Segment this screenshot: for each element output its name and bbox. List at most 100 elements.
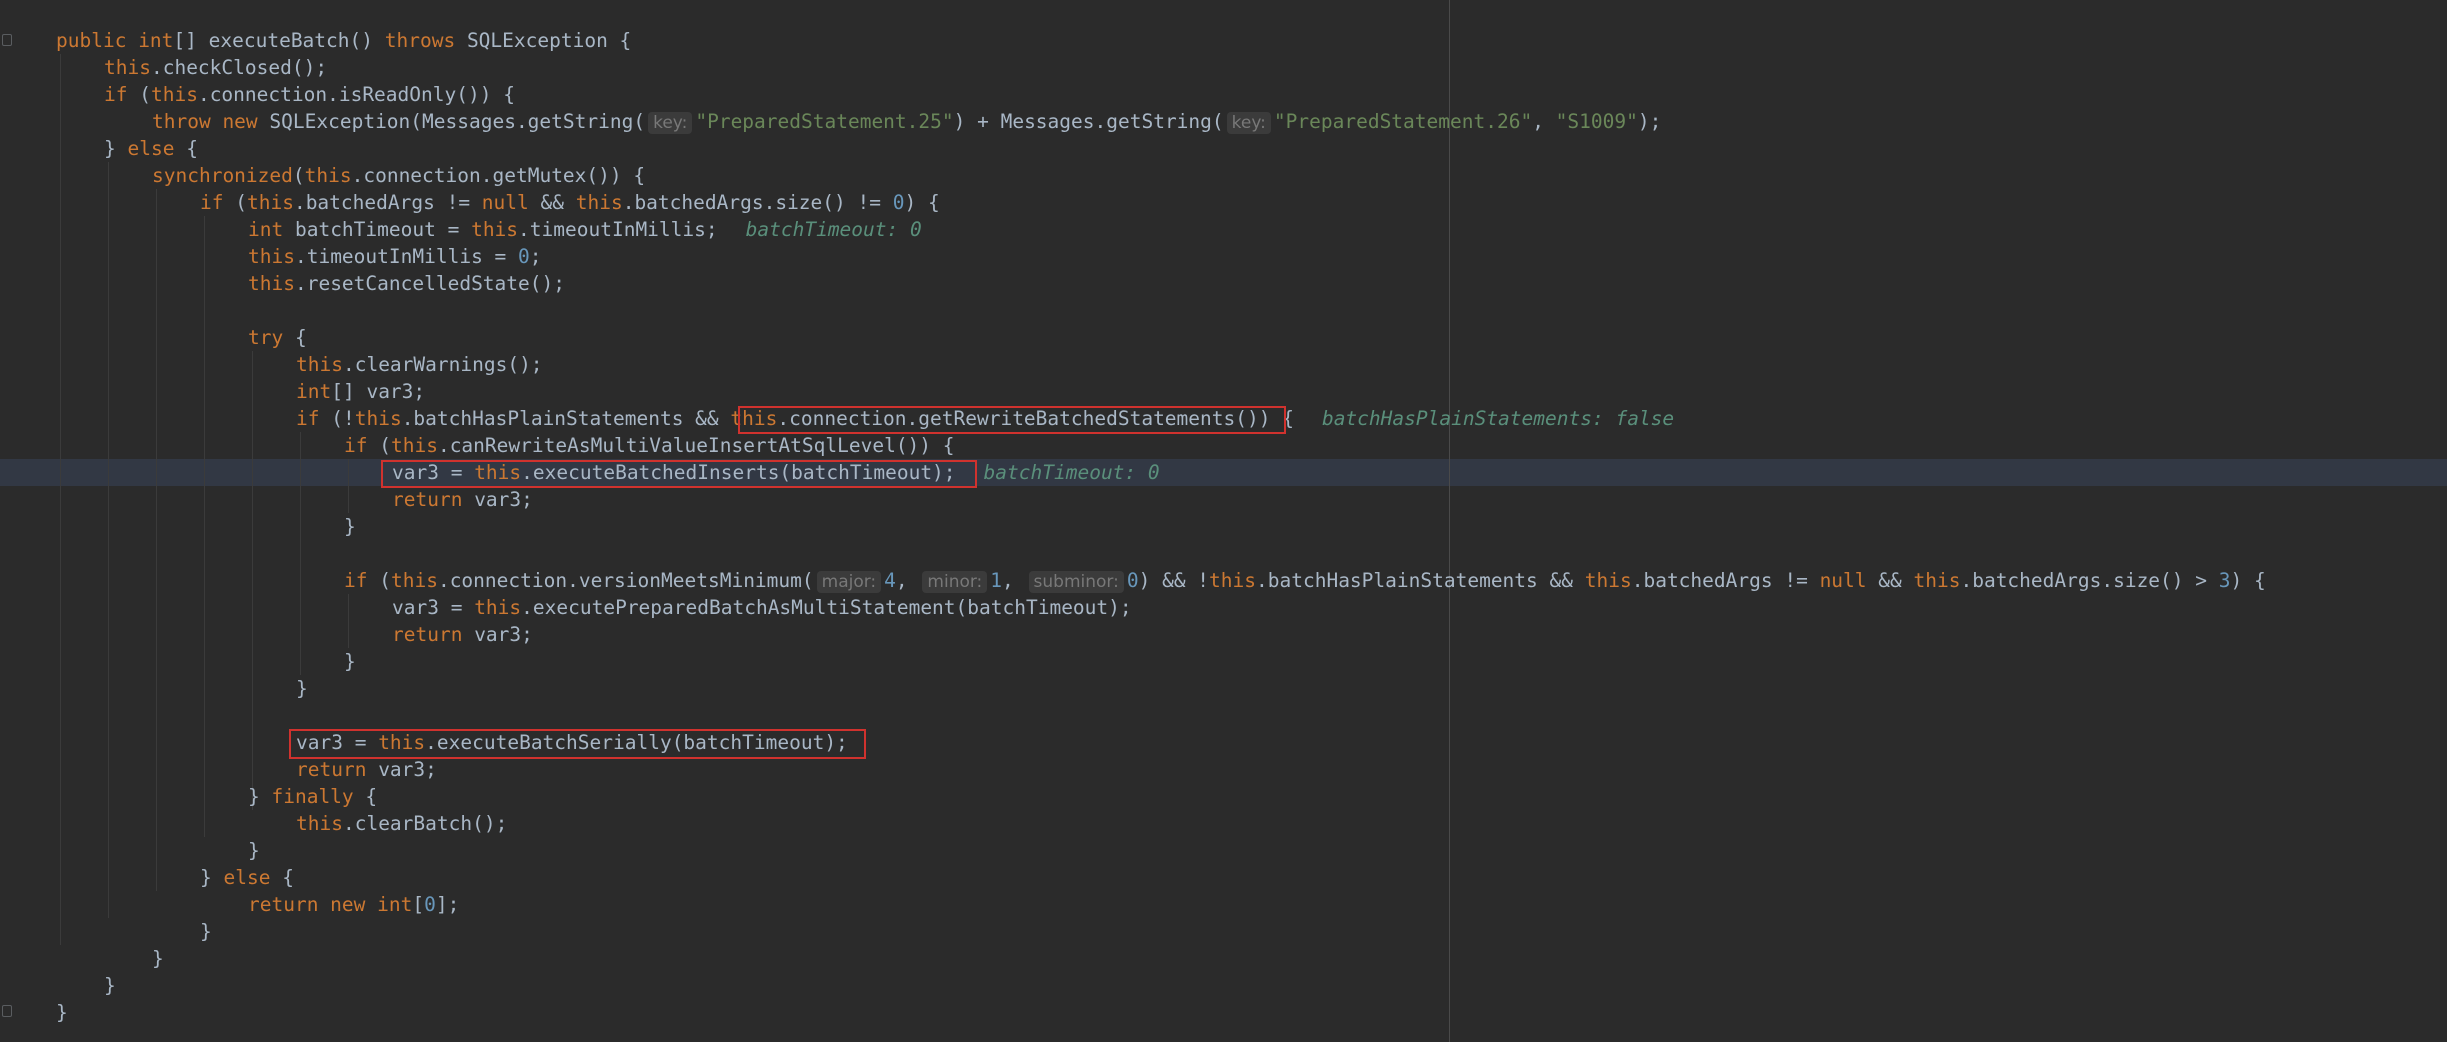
code-token: this: [248, 245, 295, 268]
code-line[interactable]: }: [344, 648, 356, 675]
code-token: this: [296, 812, 343, 835]
code-token: .timeoutInMillis;: [518, 218, 718, 241]
code-line[interactable]: this.clearBatch();: [296, 810, 507, 837]
code-line[interactable]: }: [152, 945, 164, 972]
code-token: throws: [384, 29, 467, 52]
fold-icon[interactable]: [2, 1005, 12, 1017]
code-line[interactable]: this.resetCancelledState();: [248, 270, 565, 297]
code-token: ) && !: [1138, 569, 1210, 592]
code-token: (: [235, 191, 247, 214]
code-token: {: [282, 866, 294, 889]
code-line[interactable]: return var3;: [392, 486, 533, 513]
code-line[interactable]: } else {: [104, 135, 198, 162]
code-token: 3: [2218, 569, 2231, 592]
code-line[interactable]: } finally {: [248, 783, 377, 810]
highlight-box-batch-serially: [289, 729, 866, 759]
code-token: 1: [990, 569, 1003, 592]
indent-guide: [348, 594, 349, 648]
code-token: .clearBatch();: [342, 812, 508, 835]
code-token: }: [296, 677, 308, 700]
code-token: synchronized: [152, 164, 293, 187]
code-token: [: [412, 893, 425, 916]
highlight-box-batched-inserts: [381, 460, 977, 488]
code-token: this: [575, 191, 623, 214]
code-token: [] executeBatch(): [173, 29, 385, 52]
code-token: this: [390, 434, 438, 457]
code-token: (: [379, 569, 391, 592]
code-token: "S1009": [1555, 110, 1638, 133]
editor-gutter: [0, 0, 22, 1042]
code-line[interactable]: }: [296, 675, 308, 702]
code-token: null: [481, 191, 541, 214]
code-token: this: [304, 164, 352, 187]
code-token: 0: [1126, 569, 1139, 592]
code-line[interactable]: synchronized(this.connection.getMutex())…: [152, 162, 645, 189]
code-token: if: [200, 191, 236, 214]
indent-guide: [60, 54, 61, 945]
code-line[interactable]: if (this.connection.isReadOnly()) {: [104, 81, 515, 108]
code-line[interactable]: }: [248, 837, 260, 864]
code-line[interactable]: int batchTimeout = this.timeoutInMillis;…: [248, 216, 922, 243]
code-line[interactable]: this.checkClosed();: [104, 54, 327, 81]
code-token: this: [150, 83, 198, 106]
code-token: 0: [892, 191, 905, 214]
code-token: {: [365, 785, 378, 808]
code-token: .batchedArgs.size() !=: [622, 191, 893, 214]
code-token: "PreparedStatement.25": [695, 110, 954, 133]
code-line[interactable]: if (this.canRewriteAsMultiValueInsertAtS…: [344, 432, 955, 459]
code-token: ) {: [904, 191, 940, 214]
code-token: ) {: [2230, 569, 2266, 592]
code-token: else: [223, 866, 283, 889]
code-token: ) + Messages.getString(: [953, 110, 1224, 133]
code-token: var3;: [474, 623, 533, 646]
code-token: public: [56, 29, 139, 52]
code-token: {: [294, 326, 307, 349]
code-line[interactable]: return var3;: [392, 621, 533, 648]
code-line[interactable]: try {: [248, 324, 307, 351]
code-line[interactable]: }: [56, 999, 68, 1026]
code-token: }: [56, 1001, 68, 1024]
code-token: int: [138, 29, 174, 52]
code-token: .connection.isReadOnly()) {: [197, 83, 515, 106]
code-token: return: [392, 488, 475, 511]
code-token: this: [390, 569, 438, 592]
code-line[interactable]: if (this.connection.versionMeetsMinimum(…: [344, 567, 2266, 594]
code-line[interactable]: return new int[0];: [248, 891, 459, 918]
code-token: this: [1584, 569, 1632, 592]
code-token: }: [200, 866, 224, 889]
code-token: .resetCancelledState();: [294, 272, 565, 295]
code-token: this: [354, 407, 402, 430]
current-line-highlight: [0, 459, 2447, 486]
code-token: (!: [331, 407, 355, 430]
code-token: .batchedArgs !=: [293, 191, 482, 214]
code-line[interactable]: if (this.batchedArgs != null && this.bat…: [200, 189, 940, 216]
fold-icon[interactable]: [2, 34, 12, 46]
code-line[interactable]: }: [344, 513, 356, 540]
code-token: .batchedArgs.size() >: [1960, 569, 2219, 592]
code-token: this: [104, 56, 151, 79]
code-line[interactable]: throw new SQLException(Messages.getStrin…: [152, 108, 1661, 135]
code-token: {: [186, 137, 198, 160]
debug-value-hint: batchTimeout: 0: [745, 218, 922, 241]
code-line[interactable]: } else {: [200, 864, 294, 891]
code-line[interactable]: int[] var3;: [296, 378, 425, 405]
indent-guide: [108, 162, 109, 918]
code-line[interactable]: this.timeoutInMillis = 0;: [248, 243, 542, 270]
code-token: .executePreparedBatchAsMultiStatement(ba…: [521, 596, 1132, 619]
code-token: ,: [1002, 569, 1026, 592]
debug-value-hint: batchTimeout: 0: [983, 461, 1160, 484]
code-line[interactable]: var3 = this.executePreparedBatchAsMultiS…: [392, 594, 1132, 621]
code-token: .batchedArgs !=: [1631, 569, 1820, 592]
code-line[interactable]: public int[] executeBatch() throws SQLEx…: [56, 27, 631, 54]
code-token: if: [296, 407, 332, 430]
indent-guide: [204, 216, 205, 837]
code-token: }: [200, 920, 212, 943]
code-token: }: [248, 839, 260, 862]
code-line[interactable]: }: [200, 918, 212, 945]
indent-guide: [156, 189, 157, 891]
code-token: this: [474, 596, 522, 619]
code-line[interactable]: }: [104, 972, 116, 999]
code-line[interactable]: return var3;: [296, 756, 437, 783]
indent-guide: [252, 351, 253, 810]
code-line[interactable]: this.clearWarnings();: [296, 351, 543, 378]
